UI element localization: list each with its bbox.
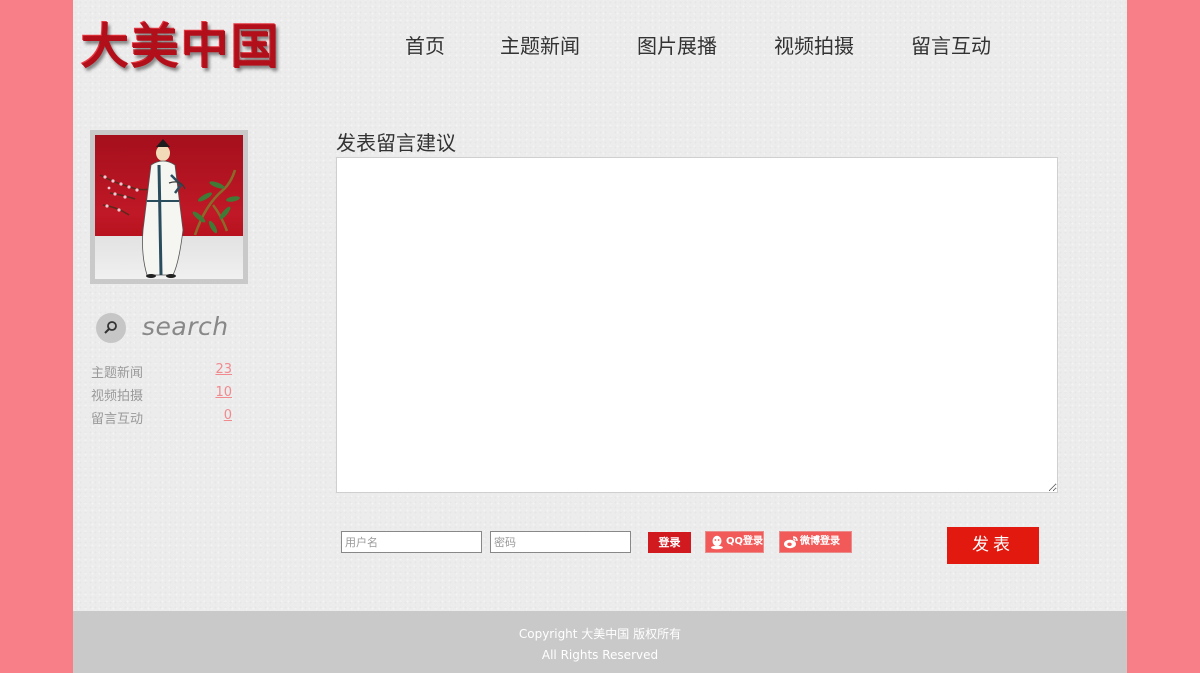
category-label[interactable]: 留言互动 [91,408,143,427]
category-count[interactable]: 0 [224,408,232,423]
page-container: 大美中国 首页 主题新闻 图片展播 视频拍摄 留言互动 search 主题新闻 … [73,0,1127,673]
list-item: 留言互动 0 [91,408,232,431]
list-item: 视频拍摄 10 [91,385,232,408]
login-button[interactable]: 登录 [648,532,691,553]
avatar [90,130,248,284]
list-item: 主题新闻 23 [91,362,232,385]
category-count[interactable]: 23 [215,362,232,377]
site-logo[interactable]: 大美中国 [81,18,321,78]
qq-icon [710,535,723,550]
category-list: 主题新闻 23 视频拍摄 10 留言互动 0 [91,362,232,431]
page-title: 发表留言建议 [336,131,456,155]
nav-item-home[interactable]: 首页 [405,30,445,59]
weibo-icon [784,536,798,549]
search-button[interactable] [96,313,126,343]
weibo-login-label: 微博登录 [800,536,840,547]
nav-item-guestbook[interactable]: 留言互动 [911,30,991,59]
qq-login-label: QQ登录 [725,536,763,547]
nav-item-photo-gallery[interactable]: 图片展播 [637,30,717,59]
scholar-portrait-image [95,135,243,279]
nav-item-video[interactable]: 视频拍摄 [774,30,854,59]
password-field[interactable] [490,531,631,553]
category-label[interactable]: 主题新闻 [91,362,143,381]
weibo-login-button[interactable]: 微博登录 [779,531,852,553]
submit-button[interactable]: 发表 [947,527,1039,564]
category-label[interactable]: 视频拍摄 [91,385,143,404]
message-textarea[interactable] [336,157,1058,493]
search-icon [104,321,117,334]
rights-text: All Rights Reserved [541,648,659,662]
qq-login-button[interactable]: QQ登录 [705,531,764,553]
username-field[interactable] [341,531,482,553]
search-box: search [96,312,296,346]
category-count[interactable]: 10 [215,385,232,400]
nav-item-topic-news[interactable]: 主题新闻 [500,30,580,59]
footer: Copyright 大美中国 版权所有 All Rights Reserved [73,611,1127,673]
search-input[interactable]: search [142,312,229,341]
copyright-text: Copyright 大美中国 版权所有 [518,627,682,641]
